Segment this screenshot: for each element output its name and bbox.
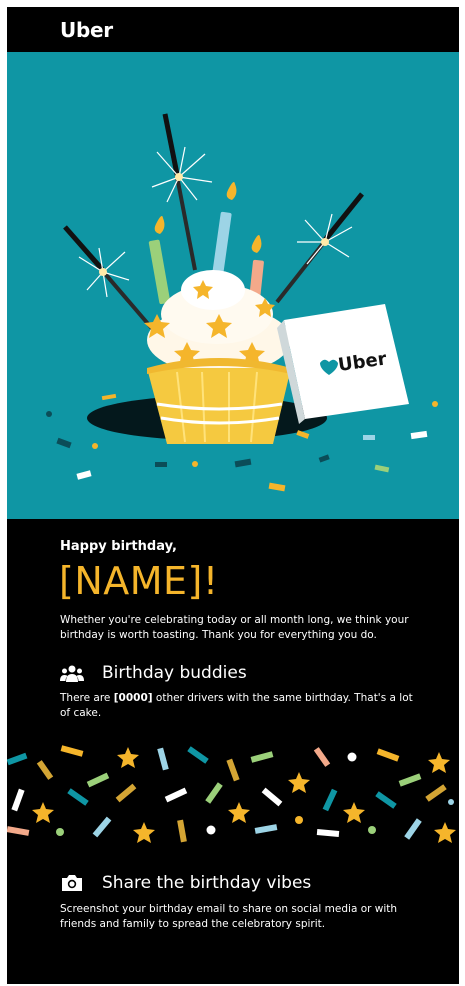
- confetti-divider: [7, 745, 456, 843]
- candle-flame: [226, 182, 237, 200]
- intro-text: Whether you're celebrating today or all …: [60, 614, 409, 641]
- people-icon: [60, 665, 84, 682]
- buddies-count: [0000]: [113, 692, 153, 704]
- email-frame: Uber Uber Happy birthday, [NAME]! Whethe…: [7, 7, 459, 984]
- birthday-cupcake-illustration: Uber: [46, 113, 438, 492]
- sparkler-tip: [323, 192, 364, 242]
- greeting-label: Happy birthday,: [60, 539, 177, 554]
- uber-logo: Uber: [60, 18, 113, 42]
- recipient-name: [NAME]!: [59, 559, 219, 603]
- sparkler-tip: [162, 113, 180, 175]
- hero-illustration: Uber: [7, 52, 459, 519]
- candle-green: [148, 239, 171, 305]
- candle-flame: [154, 216, 165, 234]
- candle-flame: [251, 235, 262, 253]
- sparkler-tip: [63, 225, 104, 271]
- buddies-text: There are [0000] other drivers with the …: [60, 691, 420, 721]
- share-text: Screenshot your birthday email to share …: [60, 903, 398, 930]
- buddies-text-prefix: There are: [60, 692, 114, 704]
- email-header: Uber: [7, 7, 459, 52]
- section-title-buddies: Birthday buddies: [102, 663, 247, 683]
- camera-icon: [62, 875, 82, 891]
- section-title-share: Share the birthday vibes: [102, 873, 312, 893]
